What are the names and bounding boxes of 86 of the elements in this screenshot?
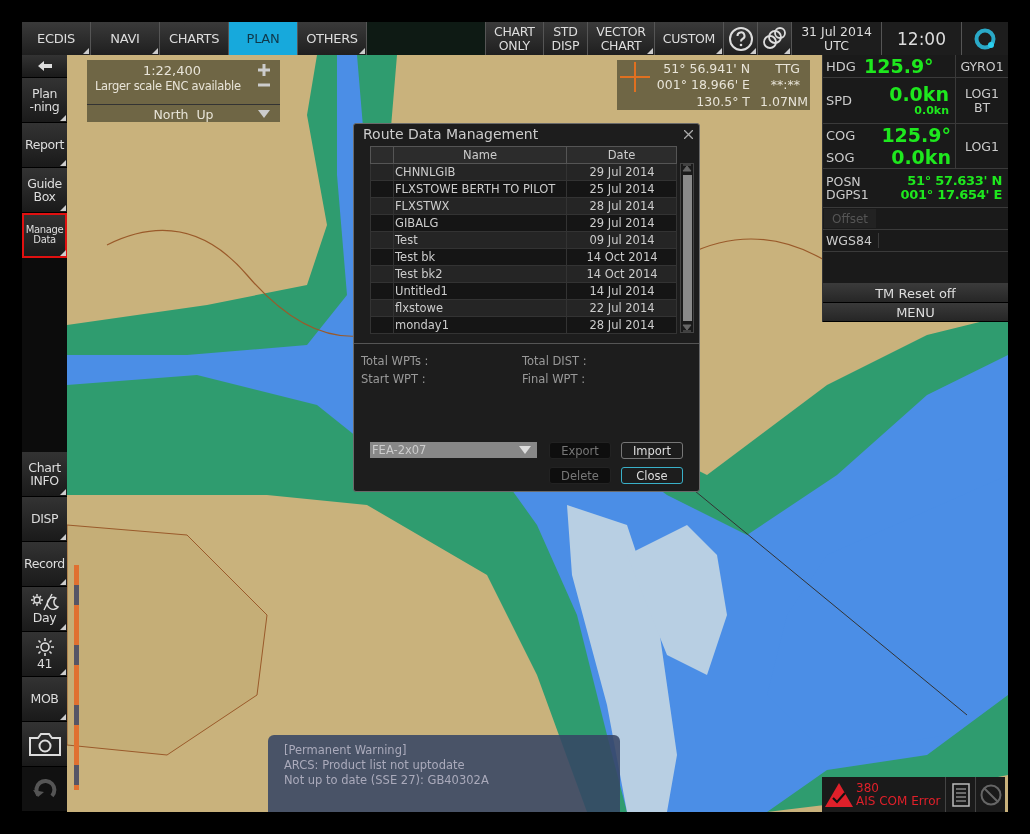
scroll-down-icon xyxy=(682,323,692,332)
day-night-button[interactable]: Day xyxy=(22,587,67,632)
position-value: 51° 57.633' N 001° 17.654' E xyxy=(899,174,1003,202)
speed-value: 0.0kn xyxy=(890,146,952,168)
dropdown-icon xyxy=(519,446,531,454)
help-button[interactable] xyxy=(723,22,757,55)
dialog-button[interactable]: Import xyxy=(621,442,683,459)
menu-tab[interactable]: CHARTS xyxy=(160,22,229,55)
sensor-label: SOG xyxy=(825,149,856,165)
cursor-latitude: 51° 56.941' N xyxy=(663,61,750,76)
side-menu-button[interactable]: DISP xyxy=(22,497,67,542)
prohibited-icon xyxy=(979,783,1002,806)
summary-label: Final WPT : xyxy=(522,372,587,386)
column-header[interactable]: Date xyxy=(566,146,677,164)
time-display: 12:00 xyxy=(881,22,961,55)
side-menu-button[interactable]: Report xyxy=(22,123,67,168)
back-button[interactable] xyxy=(22,55,67,78)
display-button[interactable]: STD DISP xyxy=(542,22,588,55)
alert-code: 380 xyxy=(856,781,880,795)
summary-label: Total DIST : xyxy=(522,354,588,368)
dropdown-icon xyxy=(258,110,270,118)
sensor-label: COG xyxy=(825,127,857,143)
display-button[interactable]: CHART ONLY xyxy=(485,22,543,55)
course-value: 125.9° xyxy=(880,124,952,146)
mute-button[interactable] xyxy=(975,777,1005,812)
date-display: 31 Jul 2014 UTC xyxy=(791,22,881,55)
display-button[interactable]: CUSTOM xyxy=(653,22,723,55)
warning-text: [Permanent Warning] xyxy=(284,743,408,758)
ring-logo-icon xyxy=(973,26,997,51)
menu-tab[interactable]: PLAN xyxy=(229,22,298,55)
ttg-label: TTG xyxy=(775,61,800,76)
cursor-longitude: 001° 18.966' E xyxy=(656,77,750,92)
warning-triangle-icon xyxy=(825,782,853,807)
help-icon xyxy=(727,25,754,52)
dialog-button[interactable]: Close xyxy=(621,467,683,484)
datum-label: WGS84 xyxy=(823,233,879,248)
column-header[interactable]: Name xyxy=(393,146,567,164)
stacked-circles-icon xyxy=(760,25,789,52)
alert-message: AIS COM Error xyxy=(856,794,941,808)
dialog-title: Route Data Management xyxy=(363,126,539,142)
sun-moon-icon xyxy=(29,593,60,612)
speed-sub-value: 0.0kn xyxy=(914,104,949,117)
position-label: POSN DGPS1 xyxy=(825,174,870,202)
sensor-source[interactable]: LOG1 xyxy=(955,124,1008,168)
sensor-source[interactable]: GYRO1 xyxy=(955,55,1008,77)
camera-icon xyxy=(27,731,62,757)
layers-button[interactable] xyxy=(757,22,791,55)
brightness-button[interactable]: 41 xyxy=(22,632,67,677)
menu-tab[interactable]: NAVI xyxy=(91,22,160,55)
document-icon xyxy=(951,782,970,807)
sensor-source[interactable]: LOG1 BT xyxy=(955,78,1008,123)
close-icon[interactable] xyxy=(684,129,693,139)
side-menu-button[interactable]: Record xyxy=(22,542,67,587)
camera-button[interactable] xyxy=(22,722,67,767)
sensor-label: SPD xyxy=(825,93,854,108)
heading-value: 125.9° xyxy=(864,55,935,77)
sensor-label: HDG xyxy=(825,58,857,74)
scrollbar[interactable] xyxy=(680,163,694,333)
warning-text: ARCS: Product list not uptodate xyxy=(284,758,466,773)
summary-label: Start WPT : xyxy=(361,372,427,386)
summary-label: Total WPTs : xyxy=(361,354,430,368)
side-menu-button[interactable]: Manage Data xyxy=(22,213,67,258)
crosshair-icon xyxy=(620,62,650,92)
sun-icon xyxy=(34,637,55,658)
scroll-up-icon xyxy=(682,164,692,173)
left-arrow-icon xyxy=(37,61,52,71)
menu-button[interactable]: MENU xyxy=(823,303,1008,322)
side-menu-button[interactable]: Chart INFO xyxy=(22,452,67,497)
cursor-distance: 1.07NM xyxy=(760,94,808,109)
scale-note: Larger scale ENC available xyxy=(95,79,241,93)
cursor-bearing: 130.5° T xyxy=(696,94,750,109)
menu-tab[interactable]: ECDIS xyxy=(22,22,91,55)
minus-icon xyxy=(258,83,270,87)
menu-tab[interactable]: OTHERS xyxy=(298,22,367,55)
chart-scale: 1:22,400 xyxy=(141,63,203,78)
side-menu-button[interactable]: Guide Box xyxy=(22,168,67,213)
warning-text: Not up to date (SSE 27): GB40302A xyxy=(284,773,490,788)
alert-list-button[interactable] xyxy=(945,777,975,812)
ttg-value: **:** xyxy=(770,77,800,92)
alert-panel[interactable]: 380 AIS COM Error xyxy=(822,777,945,812)
plus-icon xyxy=(258,64,270,76)
tm-reset-button[interactable]: TM Reset off xyxy=(823,284,1008,303)
side-menu-button[interactable]: MOB xyxy=(22,677,67,722)
speed-value: 0.0kn xyxy=(889,84,949,105)
display-button[interactable]: VECTOR CHART xyxy=(587,22,654,55)
side-menu-button[interactable]: Plan -ning xyxy=(22,78,67,123)
